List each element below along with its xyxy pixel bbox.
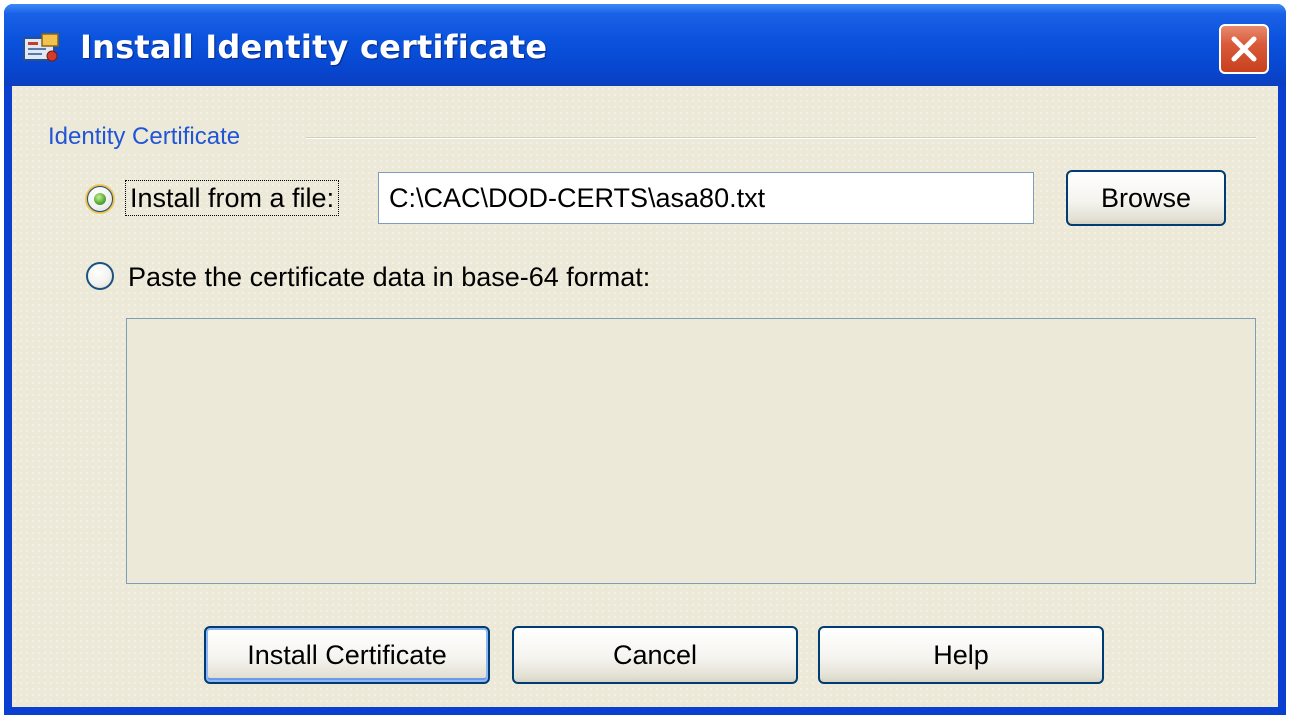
close-icon bbox=[1231, 36, 1257, 62]
paste-base64-radio[interactable] bbox=[86, 262, 114, 290]
install-certificate-button[interactable]: Install Certificate bbox=[204, 626, 490, 684]
help-button[interactable]: Help bbox=[818, 626, 1104, 684]
install-from-file-label[interactable]: Install from a file: bbox=[124, 180, 340, 216]
certificate-app-icon bbox=[22, 32, 62, 64]
dialog-body: Identity Certificate Install from a file… bbox=[12, 86, 1278, 707]
close-button[interactable] bbox=[1219, 24, 1269, 74]
title-bar[interactable]: Install Identity certificate bbox=[4, 4, 1286, 86]
browse-button[interactable]: Browse bbox=[1066, 170, 1226, 226]
group-label-identity-certificate: Identity Certificate bbox=[48, 122, 247, 152]
dialog-title: Install Identity certificate bbox=[80, 28, 548, 66]
radio-selected-dot bbox=[94, 193, 106, 205]
cancel-button[interactable]: Cancel bbox=[512, 626, 798, 684]
install-identity-certificate-dialog: Install Identity certificate Identity Ce… bbox=[4, 4, 1286, 715]
certificate-data-textarea[interactable] bbox=[126, 318, 1256, 584]
install-from-file-radio[interactable] bbox=[85, 184, 115, 214]
group-divider bbox=[306, 137, 1256, 139]
paste-base64-label[interactable]: Paste the certificate data in base-64 fo… bbox=[128, 260, 650, 294]
file-path-input[interactable]: C:\CAC\DOD-CERTS\asa80.txt bbox=[378, 172, 1034, 224]
